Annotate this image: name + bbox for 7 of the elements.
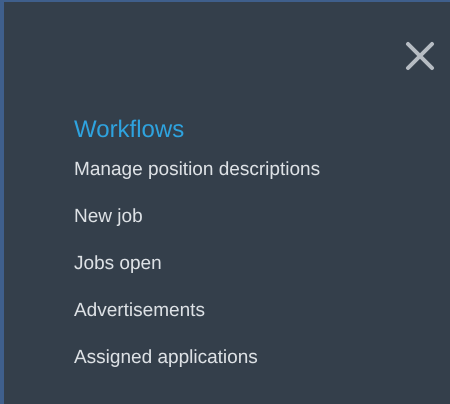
close-icon — [405, 41, 435, 71]
menu-item[interactable]: Jobs open — [74, 252, 162, 276]
menu-title: Workflows — [74, 115, 186, 145]
menu-item[interactable]: Advertisements — [74, 299, 205, 323]
menu-item[interactable]: Manage position descriptions — [74, 158, 320, 182]
menu-item[interactable]: Assigned applications — [74, 346, 258, 370]
menu-item[interactable]: New job — [74, 205, 143, 229]
